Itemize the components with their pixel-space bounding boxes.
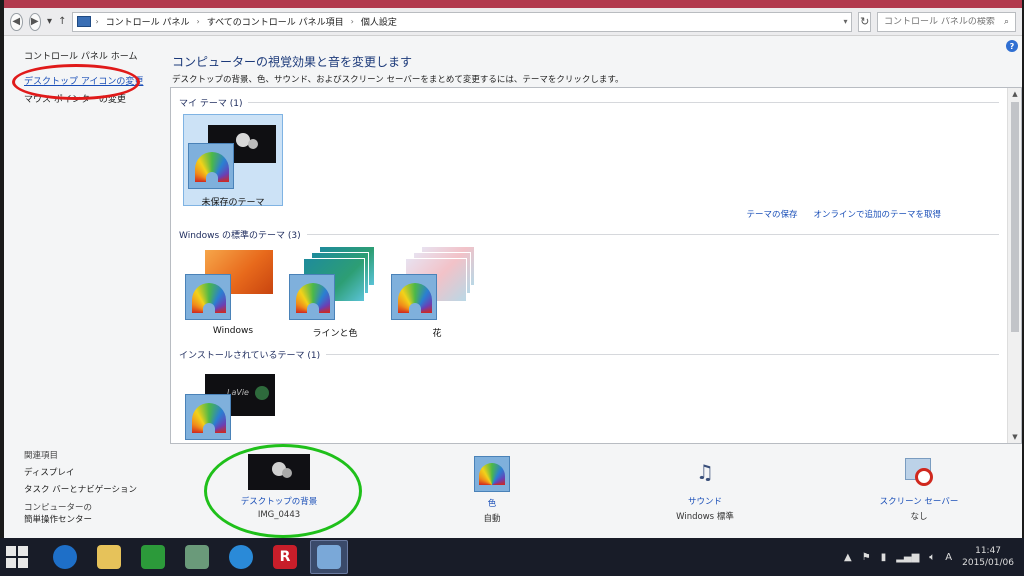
color-palette-icon bbox=[391, 274, 437, 320]
chevron-down-icon[interactable]: ▾ bbox=[843, 17, 847, 26]
store-icon bbox=[141, 545, 165, 569]
taskbar: R ▲ ⚑ ▮ ▂▄▆ 🔈︎ A 11:47 2015/01/06 bbox=[0, 538, 1024, 576]
search-box[interactable]: ⌕ bbox=[876, 11, 1017, 32]
see-also-display-link[interactable]: ディスプレイ bbox=[24, 465, 137, 482]
save-theme-link[interactable]: テーマの保存 bbox=[746, 208, 797, 220]
refresh-button[interactable]: ↻ bbox=[858, 11, 871, 32]
theme-tile-lines-and-colors[interactable]: ラインと色 bbox=[285, 246, 385, 339]
color-item[interactable]: 色 自動 bbox=[442, 456, 542, 524]
control-panel-icon bbox=[317, 545, 341, 569]
theme-list-scrollbar[interactable]: ▲ ▼ bbox=[1007, 88, 1021, 443]
r-app-icon: R bbox=[273, 545, 297, 569]
help-icon[interactable]: ? bbox=[1006, 40, 1018, 52]
color-value: 自動 bbox=[483, 514, 501, 524]
screensaver-item[interactable]: スクリーン セーバー なし bbox=[864, 454, 974, 522]
globe-icon bbox=[229, 545, 253, 569]
clock[interactable]: 11:47 2015/01/06 bbox=[962, 545, 1014, 569]
tray-overflow-icon[interactable]: ▲ bbox=[844, 552, 852, 563]
theme-tile-windows[interactable]: Windows bbox=[183, 246, 283, 338]
taskbar-app-globe[interactable] bbox=[222, 540, 260, 574]
signal-icon[interactable]: ▂▄▆ bbox=[896, 552, 919, 563]
get-more-themes-online-link[interactable]: オンラインで追加のテーマを取得 bbox=[813, 208, 941, 220]
battery-icon[interactable]: ▮ bbox=[881, 552, 887, 563]
taskbar-file-explorer[interactable] bbox=[90, 540, 128, 574]
action-center-flag-icon[interactable]: ⚑ bbox=[862, 552, 871, 563]
theme-list-panel[interactable]: マイ テーマ (1) 未保存のテーマ テーマの保存 オンラインで追加のテーマを取… bbox=[170, 87, 1022, 444]
my-themes-header: マイ テーマ (1) bbox=[179, 96, 999, 109]
color-palette-icon bbox=[185, 394, 231, 440]
theme-settings-bar: デスクトップの背景 IMG_0443 色 自動 ♫ サウンド Windows 標… bbox=[164, 444, 1022, 538]
internet-explorer-icon bbox=[53, 545, 77, 569]
see-also-ease-of-access-link-line1[interactable]: コンピューターの bbox=[24, 502, 137, 514]
screensaver-label[interactable]: スクリーン セーバー bbox=[864, 495, 974, 507]
computer-icon bbox=[77, 16, 92, 27]
green-annotation-circle bbox=[204, 444, 362, 538]
theme-name-flowers: 花 bbox=[432, 329, 442, 339]
scroll-up-arrow-icon[interactable]: ▲ bbox=[1008, 88, 1022, 100]
music-keyboard-icon: ♫ bbox=[696, 460, 714, 484]
theme-name-windows: Windows bbox=[212, 326, 254, 336]
taskbar-internet-explorer[interactable] bbox=[46, 540, 84, 574]
scrollbar-thumb[interactable] bbox=[1011, 102, 1019, 332]
color-palette-icon bbox=[474, 456, 510, 492]
back-button[interactable]: ◀ bbox=[10, 12, 23, 31]
history-dropdown-icon[interactable]: ▾ bbox=[47, 16, 52, 27]
color-palette-icon bbox=[188, 143, 234, 189]
volume-icon[interactable]: 🔈︎ bbox=[929, 552, 935, 563]
taskbar-control-panel[interactable] bbox=[310, 540, 348, 574]
search-icon[interactable]: ⌕ bbox=[1004, 17, 1009, 27]
see-also-title: 関連項目 bbox=[24, 451, 59, 461]
color-palette-icon bbox=[185, 274, 231, 320]
control-panel-home-link[interactable]: コントロール パネル ホーム bbox=[24, 49, 137, 62]
breadcrumb[interactable]: › コントロール パネル › すべてのコントロール パネル項目 › 個人設定 ▾ bbox=[72, 11, 853, 32]
theme-name-unsaved: 未保存のテーマ bbox=[201, 198, 265, 208]
system-tray: ▲ ⚑ ▮ ▂▄▆ 🔈︎ A 11:47 2015/01/06 bbox=[844, 538, 1014, 576]
ime-indicator[interactable]: A bbox=[945, 552, 952, 563]
see-also-ease-of-access-link-line2[interactable]: 簡単操作センター bbox=[24, 514, 137, 526]
red-annotation-circle bbox=[12, 64, 140, 100]
breadcrumb-control-panel[interactable]: コントロール パネル bbox=[103, 15, 193, 28]
clock-date: 2015/01/06 bbox=[962, 558, 1014, 568]
installed-themes-header: インストールされているテーマ (1) bbox=[179, 348, 999, 361]
page-title: コンピューターの視覚効果と音を変更します bbox=[172, 55, 413, 69]
taskbar-app-tools[interactable] bbox=[178, 540, 216, 574]
sound-item[interactable]: ♫ サウンド Windows 標準 bbox=[650, 452, 760, 522]
tools-icon bbox=[185, 545, 209, 569]
sound-label[interactable]: サウンド bbox=[650, 495, 760, 507]
breadcrumb-personalization[interactable]: 個人設定 bbox=[358, 15, 400, 28]
address-toolbar: ◀ ▶ ▾ ↑ › コントロール パネル › すべてのコントロール パネル項目 … bbox=[4, 8, 1022, 36]
theme-tile-flowers[interactable]: 花 bbox=[387, 246, 487, 339]
see-also-taskbar-link[interactable]: タスク バーとナビゲーション bbox=[24, 482, 137, 499]
breadcrumb-all-items[interactable]: すべてのコントロール パネル項目 bbox=[204, 15, 347, 28]
up-arrow-icon[interactable]: ↑ bbox=[58, 16, 66, 27]
taskbar-app-r[interactable]: R bbox=[266, 540, 304, 574]
chevron-right-icon[interactable]: › bbox=[351, 17, 354, 26]
screensaver-value: なし bbox=[910, 512, 928, 522]
control-panel-window: ◀ ▶ ▾ ↑ › コントロール パネル › すべてのコントロール パネル項目 … bbox=[4, 0, 1022, 538]
theme-tile-unsaved[interactable]: 未保存のテーマ bbox=[183, 114, 283, 208]
folder-icon bbox=[97, 545, 121, 569]
screensaver-disabled-icon bbox=[901, 454, 937, 490]
chevron-right-icon[interactable]: › bbox=[95, 17, 98, 26]
window-title-strip bbox=[4, 0, 1022, 8]
forward-button[interactable]: ▶ bbox=[28, 12, 42, 31]
theme-tile-lavie[interactable]: LaVie bbox=[183, 366, 283, 444]
scroll-down-arrow-icon[interactable]: ▼ bbox=[1008, 431, 1022, 443]
theme-name-lines-and-colors: ラインと色 bbox=[312, 329, 358, 339]
page-description: デスクトップの背景、色、サウンド、およびスクリーン セーバーをまとめて変更するに… bbox=[172, 75, 624, 85]
sound-value: Windows 標準 bbox=[676, 512, 734, 522]
chevron-right-icon[interactable]: › bbox=[197, 17, 200, 26]
search-input[interactable] bbox=[883, 16, 1004, 27]
color-palette-icon bbox=[289, 274, 335, 320]
windows-themes-header: Windows の標準のテーマ (3) bbox=[179, 228, 999, 241]
color-label[interactable]: 色 bbox=[442, 497, 542, 509]
windows-start-icon[interactable] bbox=[6, 546, 28, 568]
clock-time: 11:47 bbox=[975, 546, 1002, 556]
see-also-section: 関連項目 ディスプレイ タスク バーとナビゲーション コンピューターの 簡単操作… bbox=[24, 448, 137, 526]
taskbar-store[interactable] bbox=[134, 540, 172, 574]
left-pane: コントロール パネル ホーム デスクトップ アイコンの変更 マウス ポインターの… bbox=[4, 36, 164, 538]
